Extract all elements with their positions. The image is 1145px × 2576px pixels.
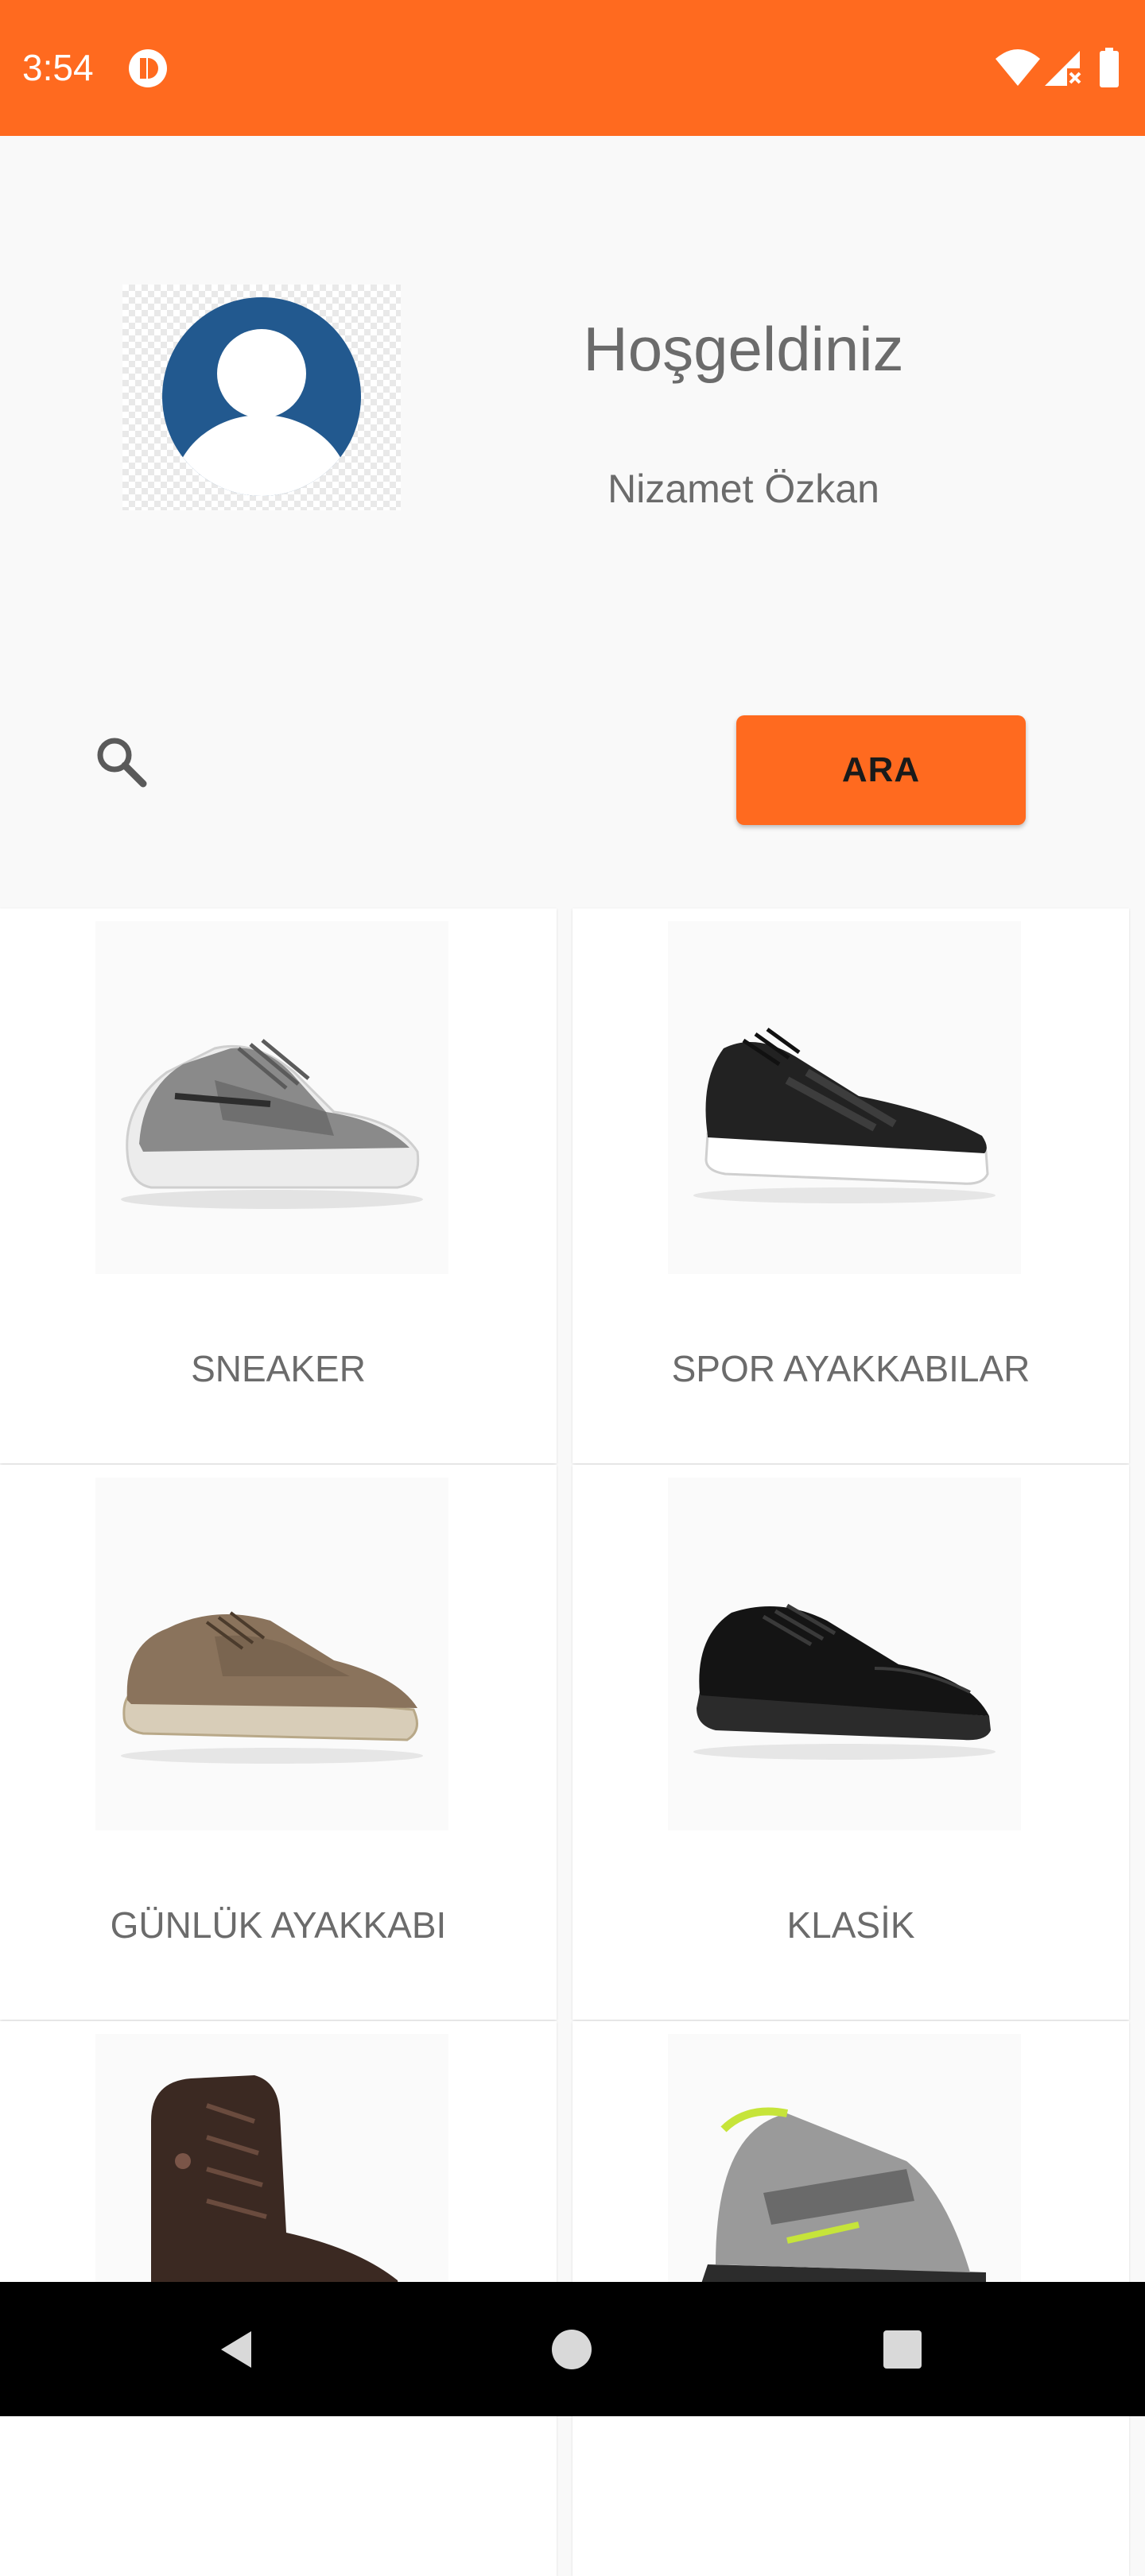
profile-avatar [122,285,401,510]
user-avatar-icon [162,297,361,496]
back-icon[interactable] [210,2322,266,2377]
category-label: SPOR AYAKKABILAR [671,1348,1030,1389]
app-notification-icon [129,49,167,87]
search-icon [97,738,147,788]
welcome-title: Hoşgeldiniz [583,314,904,384]
category-label: KLASİK [786,1904,915,1946]
wifi-icon [996,49,1040,86]
sneaker-shoe-image [95,921,448,1274]
user-name: Nizamet Özkan [607,467,879,511]
search-input[interactable] [159,723,719,804]
battery-icon [1100,48,1119,87]
cellular-signal-icon [1045,51,1081,86]
category-card-gunluk-ayakkabi[interactable]: GÜNLÜK AYAKKABI [0,1465,557,2020]
category-label: GÜNLÜK AYAKKABI [110,1904,447,1946]
category-card-klasik[interactable]: KLASİK [572,1465,1129,2020]
home-icon[interactable] [544,2322,600,2377]
category-card-sneaker[interactable]: SNEAKER [0,908,557,1463]
recent-apps-icon[interactable] [875,2322,930,2377]
system-navigation-bar [0,2282,1145,2416]
category-label: SNEAKER [191,1348,366,1389]
status-time: 3:54 [22,47,94,88]
sport-shoe-image [668,921,1021,1274]
casual-shoe-image [95,1478,448,1830]
category-card-spor-ayakkabilar[interactable]: SPOR AYAKKABILAR [572,908,1129,1463]
classic-shoe-image [668,1478,1021,1830]
status-bar: 3:54 [0,0,1145,136]
search-button[interactable]: ARA [736,715,1026,825]
